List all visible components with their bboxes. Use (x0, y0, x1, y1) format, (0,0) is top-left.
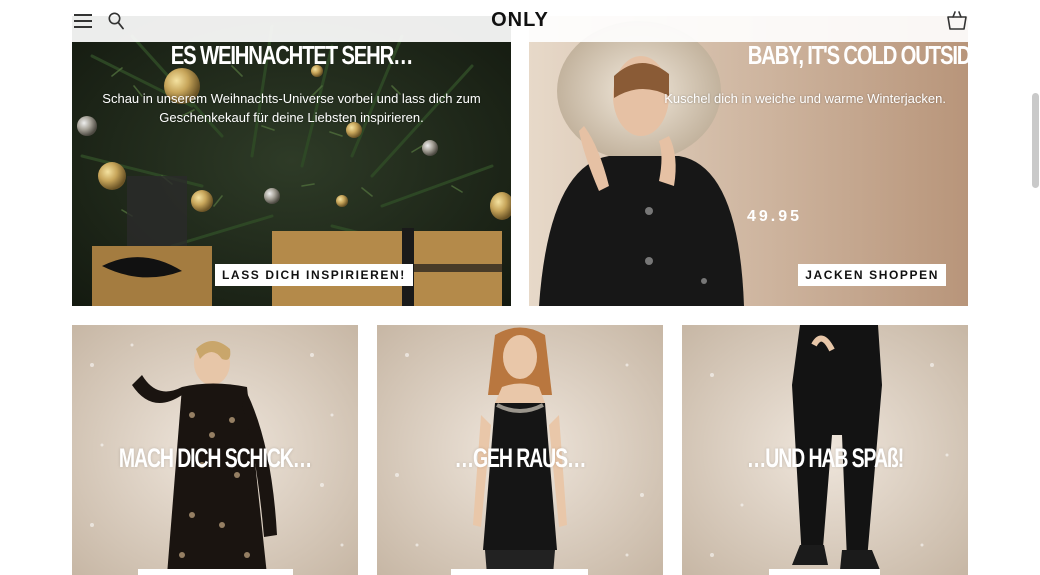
tile-title: …UND HAB SPAß! (746, 443, 904, 473)
scrollbar[interactable] (1032, 93, 1039, 188)
tile-hab-spass[interactable]: …UND HAB SPAß! (682, 325, 968, 575)
tile-title: …GEH RAUS… (454, 443, 587, 473)
tile-button[interactable] (138, 569, 293, 575)
hero-title: ES WEIHNACHTET SEHR… (170, 40, 414, 70)
tile-button[interactable] (451, 569, 588, 575)
hero-christmas[interactable]: ES WEIHNACHTET SEHR… Schau in unserem We… (72, 16, 511, 306)
tile-mach-dich-schick[interactable]: MACH DICH SCHICK… (72, 325, 358, 575)
hero-title: BABY, IT'S COLD OUTSIDE! (747, 40, 968, 70)
tile-button[interactable] (769, 569, 880, 575)
tile-geh-raus[interactable]: …GEH RAUS… (377, 325, 663, 575)
hero-winter-jackets[interactable]: BABY, IT'S COLD OUTSIDE! Kuschel dich in… (529, 16, 968, 306)
hero-text: Schau in unserem Weihnachts-Universe vor… (102, 91, 481, 125)
shop-jackets-button[interactable]: JACKEN SHOPPEN (798, 264, 946, 286)
tile-title: MACH DICH SCHICK… (118, 443, 312, 473)
logo[interactable]: ONLY (72, 9, 968, 32)
page: ONLY ES WEIHNACHTET SEHR… Schau in unser… (0, 0, 1040, 575)
price-label: 49.95 (747, 208, 803, 225)
cart-icon[interactable] (946, 9, 968, 31)
site-header: ONLY (72, 0, 968, 42)
inspire-button[interactable]: LASS DICH INSPIRIEREN! (215, 264, 413, 286)
hero-text: Kuschel dich in weiche und warme Winterj… (664, 91, 946, 106)
